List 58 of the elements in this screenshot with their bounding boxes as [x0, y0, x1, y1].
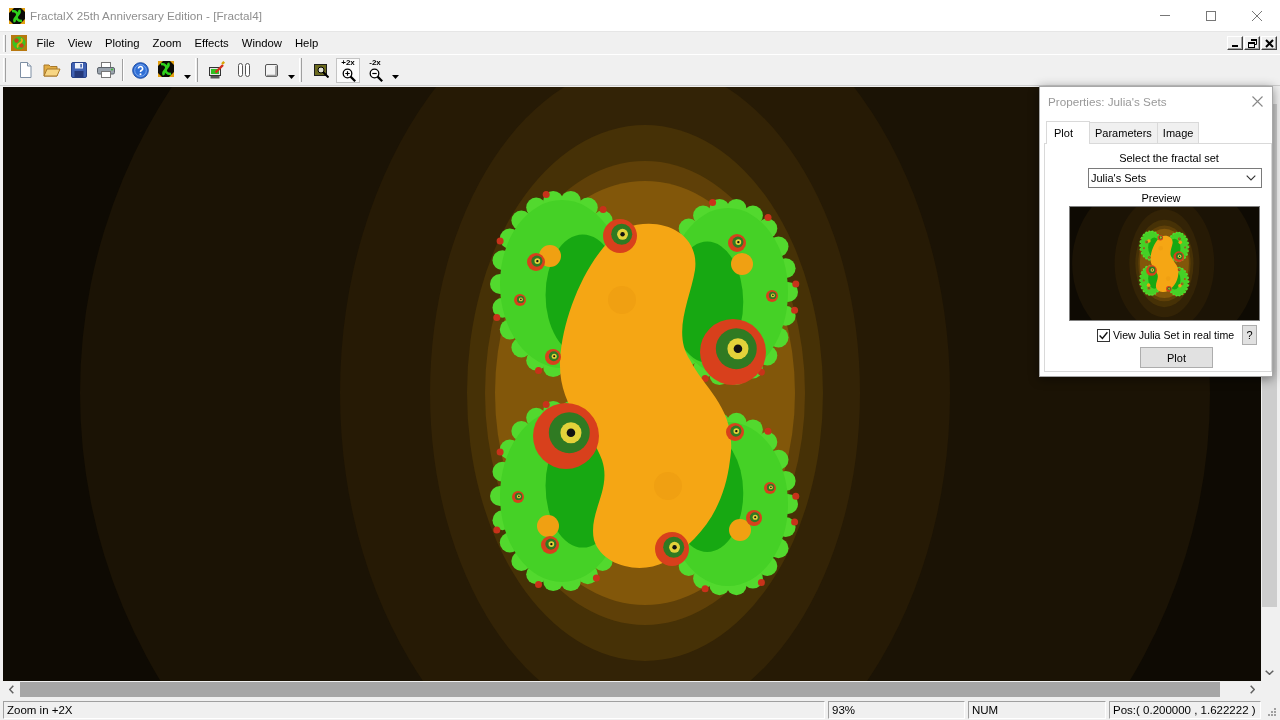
zoom-in-button[interactable]: +2x	[336, 57, 360, 83]
folder-icon	[43, 62, 61, 78]
help-icon	[131, 61, 149, 79]
menu-item[interactable]: Ploting	[98, 33, 147, 53]
restore-icon	[1247, 38, 1257, 48]
maximize-icon	[1206, 10, 1216, 21]
help-button[interactable]: ?	[1242, 325, 1257, 345]
num-lock-indicator: NUM	[968, 700, 1106, 719]
dialog-title: Properties: Julia's Sets	[1048, 94, 1168, 108]
cursor-position: Pos:( 0.200000 , 1.622222 )	[1109, 700, 1261, 719]
pause-icon	[237, 62, 251, 78]
menu-item[interactable]: View	[61, 33, 99, 53]
julia-set-drawing	[1139, 230, 1190, 297]
menu-item[interactable]: Zoom	[146, 33, 188, 53]
minimize-button[interactable]	[1227, 36, 1243, 50]
stop-icon	[264, 63, 278, 77]
caret-down-icon	[183, 74, 191, 79]
menu-item[interactable]: Help	[288, 33, 325, 53]
menu-item[interactable]: Window	[235, 33, 289, 53]
zoom-in-icon	[340, 66, 356, 82]
zoom-out-button[interactable]: -2x	[363, 57, 387, 83]
fractal-icon	[158, 61, 176, 79]
page-icon	[17, 62, 33, 78]
plot-button[interactable]: Plot	[1140, 347, 1213, 368]
screen-pencil-icon	[208, 61, 226, 79]
close-icon	[1264, 38, 1274, 48]
fractal-icon	[11, 35, 27, 51]
close-button[interactable]	[1261, 36, 1277, 50]
caret-down-icon	[287, 74, 295, 79]
preview-label: Preview	[1140, 191, 1182, 205]
scrollbar-thumb[interactable]	[20, 682, 1220, 697]
menu-item[interactable]: Effects	[187, 33, 236, 53]
status-message: Zoom in +2X	[3, 700, 825, 719]
minimize-icon	[1232, 45, 1238, 47]
tab[interactable]: Image	[1156, 122, 1200, 143]
checkbox-label[interactable]: View Julia Set in real time	[1113, 329, 1235, 341]
zoom-out-icon	[367, 66, 383, 82]
restore-button[interactable]	[1244, 36, 1260, 50]
caret-down-icon	[391, 74, 399, 79]
fractal-icon	[9, 7, 25, 24]
tab[interactable]: Parameters	[1089, 122, 1158, 143]
chevron-down-icon	[1265, 670, 1274, 675]
close-icon	[1251, 95, 1263, 107]
zoom-level: 93%	[828, 700, 965, 719]
close-icon	[1252, 10, 1262, 21]
window-title: FractalX 25th Anniversary Edition - [Fractal4]	[30, 9, 263, 22]
chevron-down-icon	[1246, 175, 1256, 181]
chevron-left-icon	[9, 685, 14, 694]
fractal-set-dropdown[interactable]: Julia's Sets	[1088, 168, 1262, 188]
size-grip-icon	[1266, 708, 1276, 718]
printer-icon	[97, 62, 115, 78]
chevron-right-icon	[1250, 685, 1255, 694]
checkbox[interactable]	[1097, 328, 1110, 342]
field-label: Select the fractal set	[1118, 151, 1220, 165]
minimize-icon	[1160, 15, 1170, 16]
magnifier-frame-icon	[313, 62, 329, 78]
menu-item[interactable]: File	[30, 33, 62, 53]
tab[interactable]: Plot	[1046, 121, 1090, 144]
